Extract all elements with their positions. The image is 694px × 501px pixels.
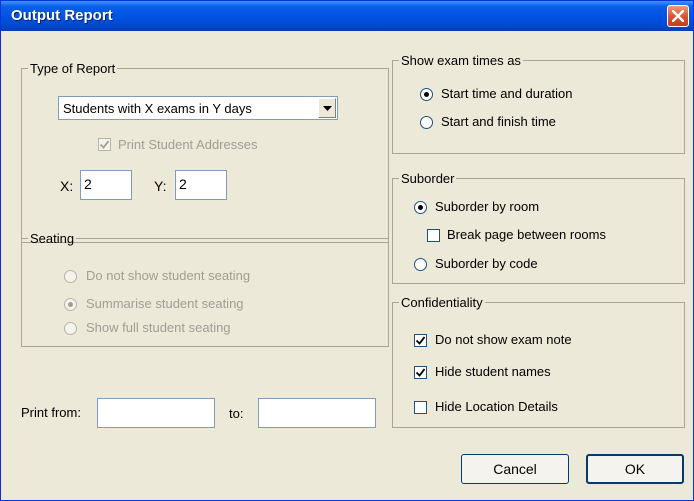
no-seating-label: Do not show student seating [86, 268, 251, 283]
no-seating-radio[interactable] [64, 270, 77, 283]
window-title: Output Report [11, 7, 113, 24]
suborder-room-radio[interactable] [414, 201, 427, 214]
break-page-label: Break page between rooms [447, 227, 606, 242]
output-report-dialog: Output Report Type of Report Students wi… [0, 0, 694, 501]
report-type-dropdown[interactable]: Students with X exams in Y days [58, 96, 338, 120]
exam-times-group: Show exam times as Start time and durati… [392, 53, 685, 154]
dialog-body: Type of Report Students with X exams in … [5, 31, 689, 497]
y-label: Y: [154, 178, 167, 194]
print-to-label: to: [229, 406, 244, 421]
ok-button[interactable]: OK [586, 454, 684, 484]
break-page-checkbox[interactable] [427, 229, 440, 242]
print-addresses-checkbox[interactable] [98, 138, 111, 151]
suborder-group: Suborder Suborder by room Break page bet… [392, 171, 685, 284]
title-bar[interactable]: Output Report [1, 1, 693, 31]
print-from-input[interactable] [97, 398, 215, 428]
start-duration-label: Start time and duration [441, 86, 573, 101]
summarise-seating-label: Summarise student seating [86, 296, 244, 311]
confidentiality-legend: Confidentiality [401, 295, 483, 310]
dropdown-arrow-icon[interactable] [318, 98, 336, 118]
x-label: X: [60, 178, 74, 194]
summarise-seating-radio[interactable] [64, 298, 77, 311]
print-addresses-label: Print Student Addresses [118, 137, 258, 152]
print-to-input[interactable] [258, 398, 376, 428]
hide-exam-note-checkbox[interactable] [414, 334, 427, 347]
seating-group: Seating Do not show student seating Summ… [21, 231, 389, 347]
suborder-legend: Suborder [401, 171, 455, 186]
x-input[interactable]: 2 [80, 170, 132, 200]
type-of-report-group: Type of Report Students with X exams in … [21, 61, 389, 243]
exam-times-legend: Show exam times as [401, 53, 521, 68]
suborder-code-radio[interactable] [414, 258, 427, 271]
hide-student-names-label: Hide student names [435, 364, 551, 379]
checkmark-icon [416, 368, 425, 377]
y-input[interactable]: 2 [175, 170, 227, 200]
hide-location-label: Hide Location Details [435, 399, 558, 414]
hide-exam-note-label: Do not show exam note [435, 332, 572, 347]
suborder-room-label: Suborder by room [435, 199, 540, 214]
start-duration-radio[interactable] [420, 88, 433, 101]
hide-student-names-checkbox[interactable] [414, 366, 427, 379]
full-seating-radio[interactable] [64, 322, 77, 335]
type-of-report-legend: Type of Report [30, 61, 116, 76]
seating-legend: Seating [30, 231, 75, 246]
close-button[interactable] [667, 5, 689, 27]
report-type-value: Students with X exams in Y days [63, 101, 252, 116]
hide-location-checkbox[interactable] [414, 401, 427, 414]
suborder-code-label: Suborder by code [435, 256, 538, 271]
start-finish-label: Start and finish time [441, 114, 556, 129]
full-seating-label: Show full student seating [86, 320, 231, 335]
start-finish-radio[interactable] [420, 116, 433, 129]
cancel-button[interactable]: Cancel [461, 454, 569, 484]
checkmark-icon [416, 336, 425, 345]
confidentiality-group: Confidentiality Do not show exam note Hi… [392, 295, 685, 428]
print-from-label: Print from: [21, 405, 81, 420]
